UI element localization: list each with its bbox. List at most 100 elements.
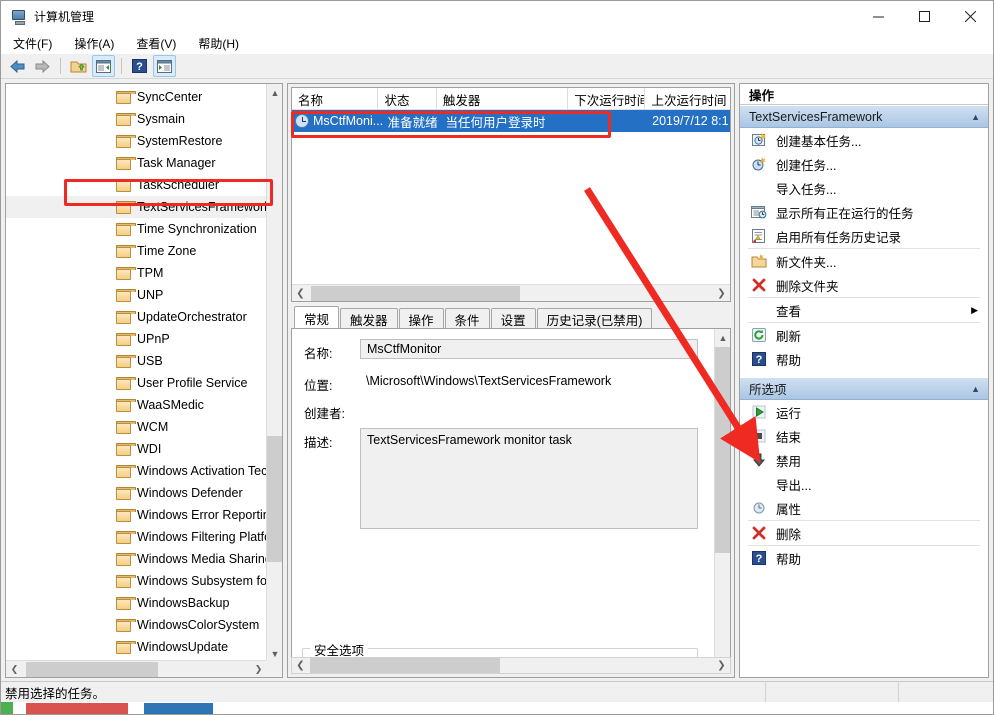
task-list-horizontal-scrollbar[interactable]: ❮ ❯ xyxy=(292,284,730,301)
actions-section-textservicesframework[interactable]: TextServicesFramework ▲ xyxy=(740,105,988,128)
column-header-trigger[interactable]: 触发器 xyxy=(437,88,569,110)
tab-general[interactable]: 常规 xyxy=(294,306,340,329)
tree-item[interactable]: UpdateOrchestrator xyxy=(6,306,267,328)
detail-horizontal-scrollbar[interactable]: ❮ ❯ xyxy=(291,657,731,674)
scroll-left-icon[interactable]: ❮ xyxy=(292,285,309,301)
minimize-button[interactable] xyxy=(855,1,901,32)
scroll-up-icon[interactable]: ▲ xyxy=(267,84,282,101)
tab-history[interactable]: 历史记录(已禁用) xyxy=(536,308,653,329)
tree-item[interactable]: Windows Filtering Platform xyxy=(6,526,267,548)
tab-conditions[interactable]: 条件 xyxy=(444,308,490,329)
tree-item[interactable]: UPnP xyxy=(6,328,267,350)
scroll-left-icon[interactable]: ❮ xyxy=(6,661,23,677)
tab-triggers[interactable]: 触发器 xyxy=(340,308,398,329)
console-tree[interactable]: SyncCenter Sysmain SystemRestore Task Ma… xyxy=(6,84,267,662)
menu-view[interactable]: 查看(V) xyxy=(133,33,179,54)
task-list[interactable]: 名称 状态 触发器 下次运行时间 上次运行时间 MsCtfMoni... 准备就… xyxy=(291,87,731,302)
action-enable-all-tasks-history[interactable]: 启用所有任务历史记录 xyxy=(740,224,988,248)
tree-item[interactable]: TaskScheduler xyxy=(6,174,267,196)
action-export[interactable]: 导出... xyxy=(740,472,988,496)
scroll-left-icon[interactable]: ❮ xyxy=(292,658,309,673)
up-folder-icon[interactable] xyxy=(67,55,90,77)
actions-section-selected-item[interactable]: 所选项 ▲ xyxy=(740,377,988,400)
detail-vertical-scrollbar[interactable]: ▲ ▼ xyxy=(714,329,730,672)
tree-item[interactable]: WindowsBackup xyxy=(6,592,267,614)
tree-item-label: Task Manager xyxy=(137,156,216,170)
folder-icon xyxy=(116,288,136,302)
show-hide-tree-icon[interactable] xyxy=(92,55,115,77)
menu-help[interactable]: 帮助(H) xyxy=(195,33,242,54)
tree-item[interactable]: USB xyxy=(6,350,267,372)
action-delete-folder[interactable]: 删除文件夹 xyxy=(740,273,988,297)
show-hide-actions-icon[interactable] xyxy=(153,55,176,77)
action-delete[interactable]: 删除 xyxy=(740,521,988,545)
tree-item[interactable]: Windows Activation Technologies xyxy=(6,460,267,482)
action-help-selected[interactable]: ? 帮助 xyxy=(740,546,988,570)
action-help[interactable]: ? 帮助 xyxy=(740,347,988,371)
action-label: 帮助 xyxy=(776,353,802,368)
tree-item[interactable]: WaaSMedic xyxy=(6,394,267,416)
tree-item[interactable]: Task Manager xyxy=(6,152,267,174)
column-header-name[interactable]: 名称 xyxy=(292,88,379,110)
action-create-task[interactable]: 创建任务... xyxy=(740,152,988,176)
tree-item-label: Time Synchronization xyxy=(137,222,257,236)
tree-item[interactable]: UNP xyxy=(6,284,267,306)
maximize-button[interactable] xyxy=(901,1,947,32)
folder-icon xyxy=(116,244,136,258)
action-create-basic-task[interactable]: 创建基本任务... xyxy=(740,128,988,152)
tree-item[interactable]: Windows Media Sharing xyxy=(6,548,267,570)
scroll-right-icon[interactable]: ❯ xyxy=(713,658,730,673)
scroll-right-icon[interactable]: ❯ xyxy=(713,285,730,301)
close-button[interactable] xyxy=(947,1,993,32)
column-header-status[interactable]: 状态 xyxy=(378,88,437,110)
task-list-scroll-thumb[interactable] xyxy=(311,286,520,301)
detail-scroll-thumb[interactable] xyxy=(715,347,730,553)
tree-item[interactable]: User Profile Service xyxy=(6,372,267,394)
tree-item[interactable]: WindowsUpdate xyxy=(6,636,267,658)
tree-item-selected[interactable]: TextServicesFramework xyxy=(6,196,267,218)
action-end[interactable]: 结束 xyxy=(740,424,988,448)
scroll-up-icon[interactable]: ▲ xyxy=(715,329,730,346)
menu-file[interactable]: 文件(F) xyxy=(10,33,55,54)
tree-item[interactable]: WindowsColorSystem xyxy=(6,614,267,636)
action-display-all-running-tasks[interactable]: 显示所有正在运行的任务 xyxy=(740,200,988,224)
column-header-next-run[interactable]: 下次运行时间 xyxy=(568,88,646,110)
tab-actions[interactable]: 操作 xyxy=(398,308,444,329)
description-field[interactable]: TextServicesFramework monitor task xyxy=(360,428,698,529)
tree-hscroll-thumb[interactable] xyxy=(26,662,158,677)
action-import-task[interactable]: 导入任务... xyxy=(740,176,988,200)
forward-icon[interactable] xyxy=(31,55,54,77)
scroll-right-icon[interactable]: ❯ xyxy=(250,661,267,677)
tree-item[interactable]: Windows Defender xyxy=(6,482,267,504)
help-icon[interactable]: ? xyxy=(128,55,151,77)
tree-item[interactable]: Windows Error Reporting xyxy=(6,504,267,526)
tree-item[interactable]: SystemRestore xyxy=(6,130,267,152)
tree-vertical-scrollbar[interactable]: ▲ ▼ xyxy=(266,84,282,662)
detail-hscroll-thumb[interactable] xyxy=(310,658,500,673)
action-properties[interactable]: 属性 xyxy=(740,496,988,520)
run-icon xyxy=(751,404,767,420)
tree-item[interactable]: WDI xyxy=(6,438,267,460)
column-header-last-run[interactable]: 上次运行时间 xyxy=(645,88,730,110)
tab-settings[interactable]: 设置 xyxy=(490,308,536,329)
table-row[interactable]: MsCtfMoni... 准备就绪 当任何用户登录时 2019/7/12 8:1 xyxy=(292,110,730,132)
action-view[interactable]: 查看 ▶ xyxy=(740,298,988,322)
tree-horizontal-scrollbar[interactable]: ❮ ❯ xyxy=(6,660,282,677)
action-run[interactable]: 运行 xyxy=(740,400,988,424)
tree-item[interactable]: Time Zone xyxy=(6,240,267,262)
tree-item[interactable]: Sysmain xyxy=(6,108,267,130)
action-refresh[interactable]: 刷新 xyxy=(740,323,988,347)
back-icon[interactable] xyxy=(6,55,29,77)
name-field[interactable]: MsCtfMonitor xyxy=(360,339,698,359)
chevron-up-icon[interactable]: ▲ xyxy=(971,384,980,394)
action-disable[interactable]: 禁用 xyxy=(740,448,988,472)
tree-item[interactable]: TPM xyxy=(6,262,267,284)
tree-item[interactable]: WCM xyxy=(6,416,267,438)
chevron-up-icon[interactable]: ▲ xyxy=(971,112,980,122)
tree-item[interactable]: SyncCenter xyxy=(6,86,267,108)
action-new-folder[interactable]: 新文件夹... xyxy=(740,249,988,273)
tree-item[interactable]: Windows Subsystem for Linux xyxy=(6,570,267,592)
menu-action[interactable]: 操作(A) xyxy=(71,33,117,54)
tree-scroll-thumb[interactable] xyxy=(267,436,282,562)
tree-item[interactable]: Time Synchronization xyxy=(6,218,267,240)
